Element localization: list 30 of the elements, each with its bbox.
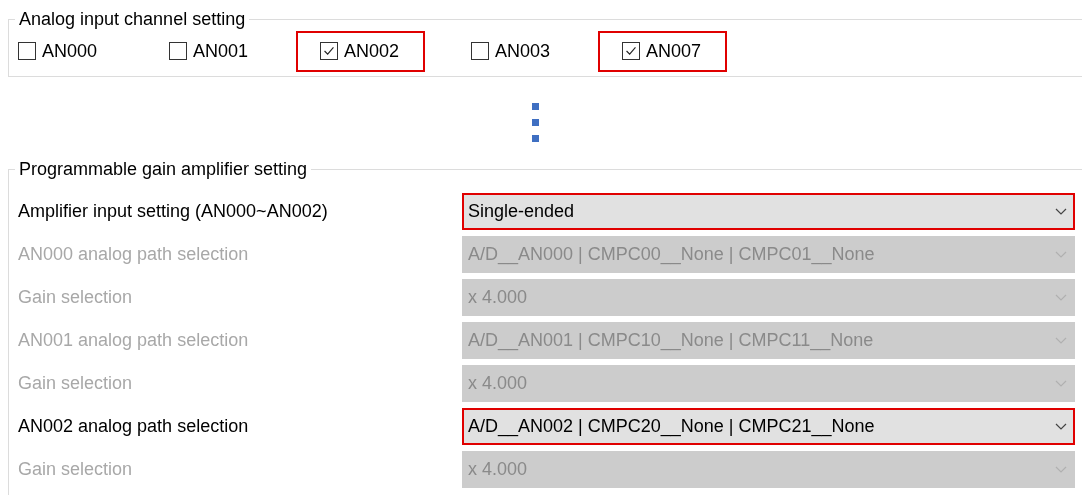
dropdown[interactable]: A/D__AN002 | CMPC20__None | CMPC21__None xyxy=(462,408,1075,445)
checkbox-item[interactable]: AN000 xyxy=(0,30,124,72)
checkbox-label: AN007 xyxy=(646,40,702,62)
field-label: Gain selection xyxy=(18,459,134,480)
chevron-down-icon xyxy=(1055,465,1067,474)
checkbox-item[interactable]: AN001 xyxy=(145,30,275,72)
checkbox[interactable] xyxy=(471,42,489,60)
chevron-down-icon xyxy=(1055,207,1067,216)
checkbox[interactable] xyxy=(320,42,338,60)
checkbox-label: AN000 xyxy=(42,40,98,62)
chevron-down-icon xyxy=(1055,422,1067,431)
field-label: AN002 analog path selection xyxy=(18,416,250,437)
field-label: Gain selection xyxy=(18,373,134,394)
checkbox-label: AN001 xyxy=(193,40,249,62)
field-label: AN001 analog path selection xyxy=(18,330,250,351)
chevron-down-icon xyxy=(1055,250,1067,259)
checkbox[interactable] xyxy=(18,42,36,60)
chevron-down-icon xyxy=(1055,379,1067,388)
chevron-down-icon xyxy=(1055,293,1067,302)
field-label: Gain selection xyxy=(18,287,134,308)
chevron-down-icon xyxy=(1055,336,1067,345)
checkbox[interactable] xyxy=(622,42,640,60)
field-label: Amplifier input setting (AN000~AN002) xyxy=(18,201,329,222)
dropdown[interactable]: Single-ended xyxy=(462,193,1075,230)
vertical-ellipsis-icon xyxy=(532,103,540,143)
checkbox-item[interactable]: AN003 xyxy=(447,30,577,72)
field-label: AN000 analog path selection xyxy=(18,244,250,265)
checkbox-label: AN003 xyxy=(495,40,551,62)
checkbox-label: AN002 xyxy=(344,40,400,62)
checkbox[interactable] xyxy=(169,42,187,60)
